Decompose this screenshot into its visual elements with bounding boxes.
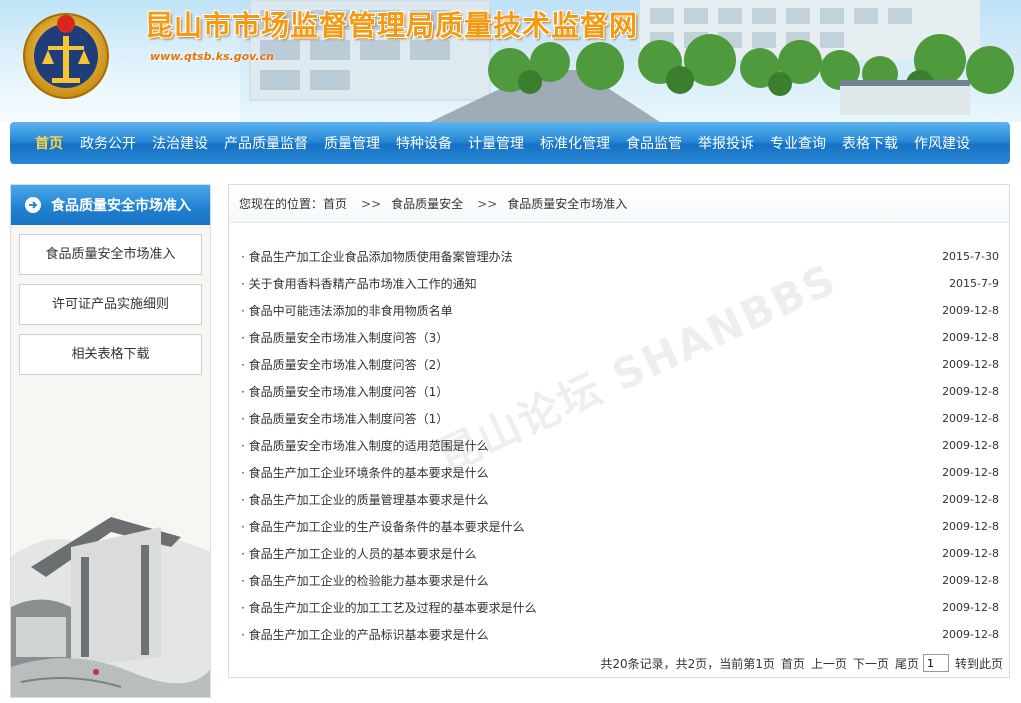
article-title-link[interactable]: · 食品生产加工企业的产品标识基本要求是什么 bbox=[241, 626, 489, 643]
article-title-link[interactable]: · 食品中可能违法添加的非食用物质名单 bbox=[241, 302, 453, 319]
article-title-link[interactable]: · 食品生产加工企业环境条件的基本要求是什么 bbox=[241, 464, 489, 481]
article-date: 2009-12-8 bbox=[942, 601, 999, 614]
article-date: 2009-12-8 bbox=[942, 520, 999, 533]
emblem-icon bbox=[23, 13, 109, 99]
article-date: 2009-12-8 bbox=[942, 439, 999, 452]
ink-painting-decoration bbox=[11, 497, 210, 697]
nav-item-rule-of-law[interactable]: 法治建设 bbox=[152, 133, 208, 153]
list-item: · 食品生产加工企业的生产设备条件的基本要求是什么 2009-12-8 bbox=[241, 513, 1001, 540]
nav-item-complaints[interactable]: 举报投诉 bbox=[698, 133, 754, 153]
list-item: · 食品生产加工企业食品添加物质使用备案管理办法 2015-7-30 bbox=[241, 243, 1001, 270]
article-date: 2009-12-8 bbox=[942, 304, 999, 317]
list-item: · 食品生产加工企业的加工工艺及过程的基本要求是什么 2009-12-8 bbox=[241, 594, 1001, 621]
sidebar-item-license-rules[interactable]: 许可证产品实施细则 bbox=[19, 284, 202, 325]
sidebar-item-forms-download[interactable]: 相关表格下载 bbox=[19, 334, 202, 375]
breadcrumb-food-safety[interactable]: 食品质量安全 bbox=[391, 195, 463, 212]
article-title-link[interactable]: · 食品生产加工企业的检验能力基本要求是什么 bbox=[241, 572, 489, 589]
arrow-right-icon bbox=[25, 197, 41, 213]
nav-item-special-equipment[interactable]: 特种设备 bbox=[396, 133, 452, 153]
list-item: · 食品质量安全市场准入制度的适用范围是什么 2009-12-8 bbox=[241, 432, 1001, 459]
sidebar-heading: 食品质量安全市场准入 bbox=[11, 185, 210, 225]
nav-item-form-download[interactable]: 表格下载 bbox=[842, 133, 898, 153]
article-date: 2009-12-8 bbox=[942, 385, 999, 398]
article-date: 2009-12-8 bbox=[942, 466, 999, 479]
pagination-go[interactable]: 转到此页 bbox=[955, 655, 1003, 672]
article-title-link[interactable]: · 食品质量安全市场准入制度问答（1） bbox=[241, 410, 448, 427]
pagination-last[interactable]: 尾页 bbox=[895, 655, 919, 672]
nav-item-home[interactable]: 首页 bbox=[35, 133, 63, 153]
list-item: · 食品生产加工企业的检验能力基本要求是什么 2009-12-8 bbox=[241, 567, 1001, 594]
site-title: 昆山市市场监督管理局质量技术监督网 bbox=[145, 9, 639, 42]
sidebar: 食品质量安全市场准入 食品质量安全市场准入 许可证产品实施细则 相关表格下载 bbox=[10, 184, 211, 698]
article-title-link[interactable]: · 食品生产加工企业食品添加物质使用备案管理办法 bbox=[241, 248, 513, 265]
nav-item-work-style[interactable]: 作风建设 bbox=[914, 133, 970, 153]
site-url: www.qtsb.ks.gov.cn bbox=[150, 50, 274, 63]
page-number-input[interactable] bbox=[922, 654, 949, 672]
list-item: · 食品中可能违法添加的非食用物质名单 2009-12-8 bbox=[241, 297, 1001, 324]
nav-item-professional-query[interactable]: 专业查询 bbox=[770, 133, 826, 153]
nav-item-food-supervision[interactable]: 食品监管 bbox=[626, 133, 682, 153]
article-date: 2009-12-8 bbox=[942, 493, 999, 506]
article-date: 2009-12-8 bbox=[942, 358, 999, 371]
article-title-link[interactable]: · 食品质量安全市场准入制度的适用范围是什么 bbox=[241, 437, 489, 454]
list-item: · 食品质量安全市场准入制度问答（1） 2009-12-8 bbox=[241, 405, 1001, 432]
article-title-link[interactable]: · 食品质量安全市场准入制度问答（2） bbox=[241, 356, 448, 373]
article-date: 2009-12-8 bbox=[942, 412, 999, 425]
nav-item-standardization[interactable]: 标准化管理 bbox=[540, 133, 610, 153]
breadcrumb-separator: >> bbox=[361, 196, 382, 211]
list-item: · 食品生产加工企业的人员的基本要求是什么 2009-12-8 bbox=[241, 540, 1001, 567]
article-title-link[interactable]: · 食品质量安全市场准入制度问答（3） bbox=[241, 329, 448, 346]
article-list: · 食品生产加工企业食品添加物质使用备案管理办法 2015-7-30 · 关于食用香… bbox=[241, 243, 1001, 648]
pagination-first[interactable]: 首页 bbox=[781, 655, 805, 672]
pagination: 共20条记录，共2页，当前第1页 首页 上一页 下一页 尾页 转到此页 bbox=[600, 654, 1003, 672]
list-item: · 食品生产加工企业的产品标识基本要求是什么 2009-12-8 bbox=[241, 621, 1001, 648]
list-item: · 食品生产加工企业环境条件的基本要求是什么 2009-12-8 bbox=[241, 459, 1001, 486]
article-title-link[interactable]: · 食品生产加工企业的加工工艺及过程的基本要求是什么 bbox=[241, 599, 537, 616]
breadcrumb-home[interactable]: 首页 bbox=[323, 195, 347, 212]
breadcrumb: 您现在的位置： 首页 >> 食品质量安全 >> 食品质量安全市场准入 bbox=[229, 185, 1009, 223]
nav-item-product-quality[interactable]: 产品质量监督 bbox=[224, 133, 308, 153]
article-title-link[interactable]: · 食品生产加工企业的人员的基本要求是什么 bbox=[241, 545, 477, 562]
list-item: · 食品质量安全市场准入制度问答（2） 2009-12-8 bbox=[241, 351, 1001, 378]
list-item: · 食品生产加工企业的质量管理基本要求是什么 2009-12-8 bbox=[241, 486, 1001, 513]
pagination-prev[interactable]: 上一页 bbox=[811, 655, 847, 672]
pagination-summary: 共20条记录，共2页，当前第1页 bbox=[600, 656, 775, 671]
article-title-link[interactable]: · 食品质量安全市场准入制度问答（1） bbox=[241, 383, 448, 400]
article-date: 2015-7-30 bbox=[942, 250, 999, 263]
main-nav: 首页 政务公开 法治建设 产品质量监督 质量管理 特种设备 计量管理 标准化管理… bbox=[10, 122, 1010, 164]
pagination-next[interactable]: 下一页 bbox=[853, 655, 889, 672]
article-date: 2009-12-8 bbox=[942, 574, 999, 587]
main-content: 您现在的位置： 首页 >> 食品质量安全 >> 食品质量安全市场准入 昆山论坛 … bbox=[228, 184, 1010, 678]
list-item: · 食品质量安全市场准入制度问答（3） 2009-12-8 bbox=[241, 324, 1001, 351]
article-date: 2015-7-9 bbox=[949, 277, 999, 290]
sidebar-heading-label: 食品质量安全市场准入 bbox=[51, 198, 191, 214]
article-date: 2009-12-8 bbox=[942, 628, 999, 641]
nav-item-quality-management[interactable]: 质量管理 bbox=[324, 133, 380, 153]
list-item: · 关于食用香料香精产品市场准入工作的通知 2015-7-9 bbox=[241, 270, 1001, 297]
nav-item-metrology[interactable]: 计量管理 bbox=[468, 133, 524, 153]
breadcrumb-separator: >> bbox=[477, 196, 498, 211]
breadcrumb-market-access[interactable]: 食品质量安全市场准入 bbox=[507, 195, 627, 212]
breadcrumb-prefix: 您现在的位置： bbox=[239, 197, 324, 211]
article-date: 2009-12-8 bbox=[942, 547, 999, 560]
site-banner: 昆山市市场监督管理局质量技术监督网 www.qtsb.ks.gov.cn bbox=[0, 0, 1021, 122]
article-date: 2009-12-8 bbox=[942, 331, 999, 344]
article-title-link[interactable]: · 食品生产加工企业的质量管理基本要求是什么 bbox=[241, 491, 489, 508]
article-title-link[interactable]: · 食品生产加工企业的生产设备条件的基本要求是什么 bbox=[241, 518, 525, 535]
nav-item-government-affairs[interactable]: 政务公开 bbox=[80, 133, 136, 153]
list-item: · 食品质量安全市场准入制度问答（1） 2009-12-8 bbox=[241, 378, 1001, 405]
article-title-link[interactable]: · 关于食用香料香精产品市场准入工作的通知 bbox=[241, 275, 477, 292]
sidebar-item-food-market-access[interactable]: 食品质量安全市场准入 bbox=[19, 234, 202, 275]
